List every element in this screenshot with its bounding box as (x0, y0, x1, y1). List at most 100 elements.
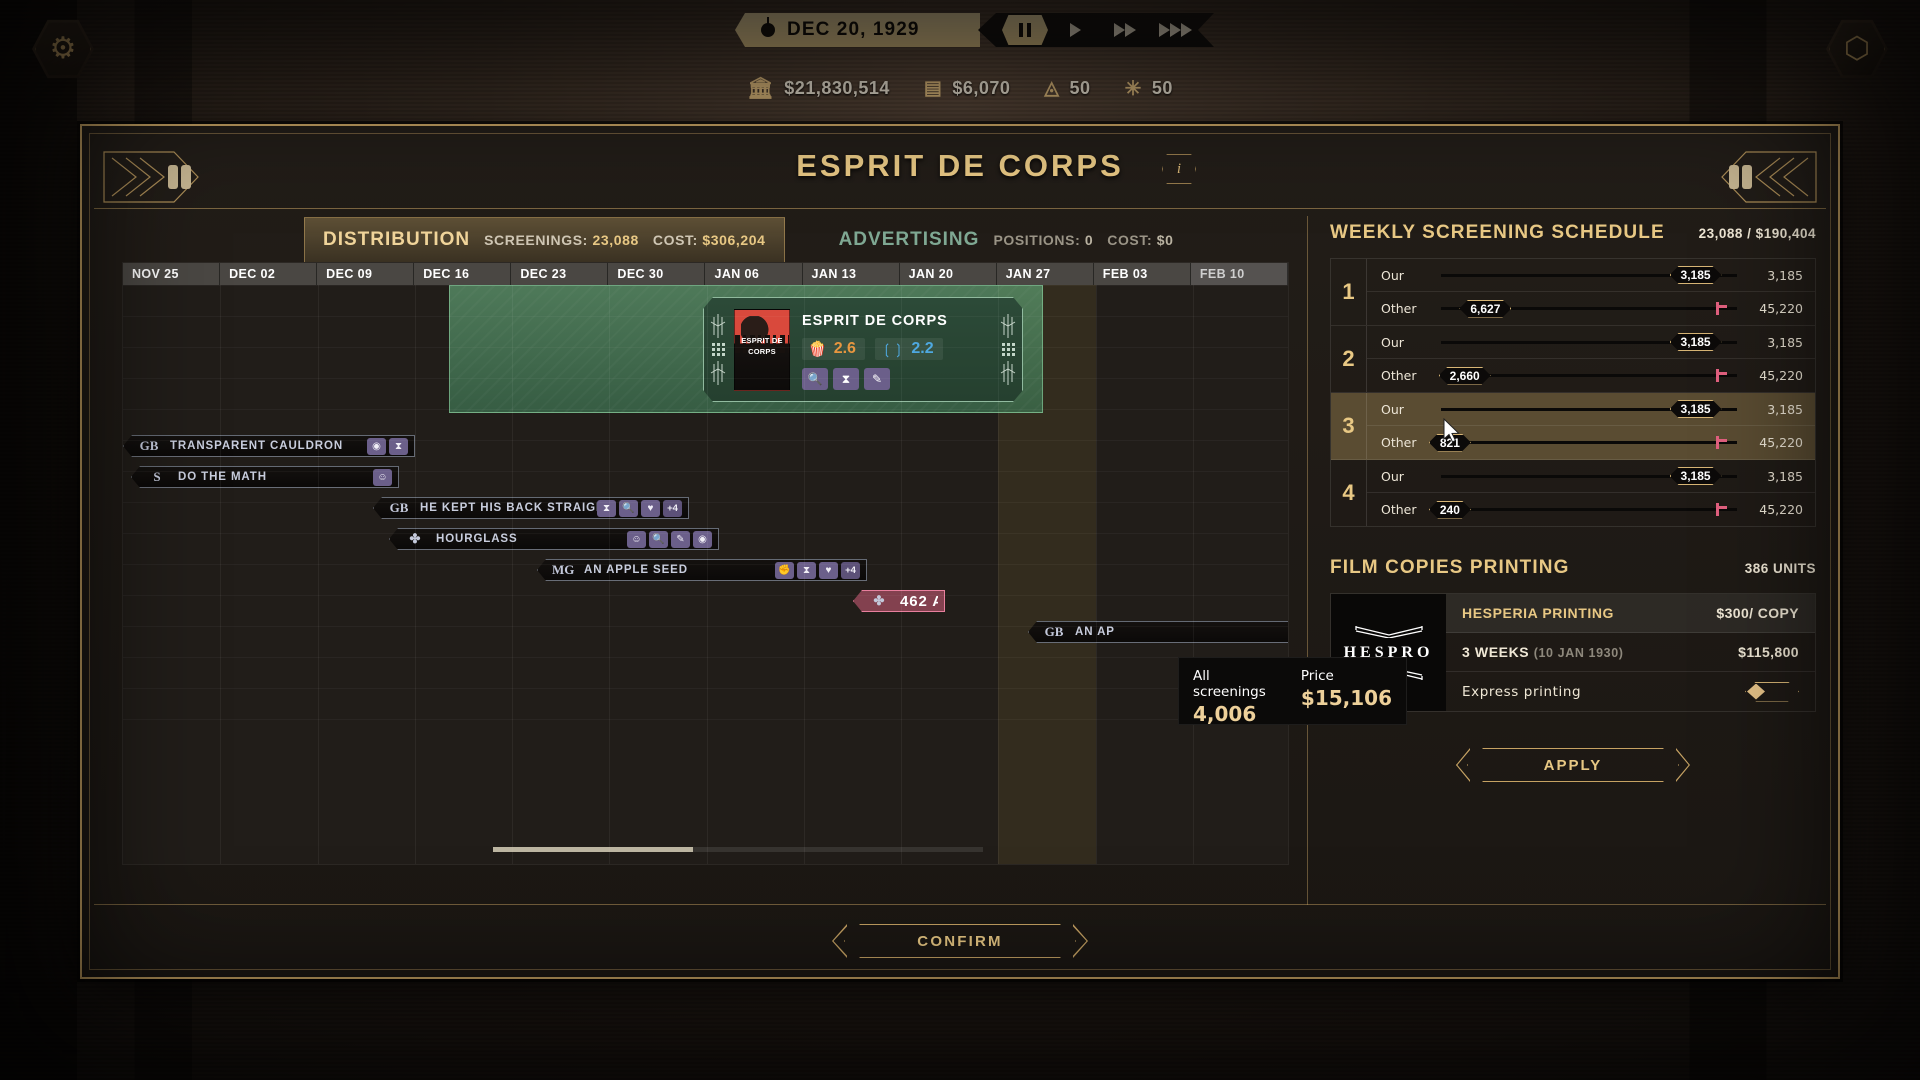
slider-knob[interactable]: 6,627 (1459, 300, 1511, 318)
schedule-week-row[interactable]: 1 Our 3,185 3,185 Other 6,627 45,220 (1331, 259, 1815, 326)
week-number: 1 (1331, 259, 1367, 325)
timeline-body: ESPRIT DE CORPS ESPRIT DE CORPS 🍿 2.6 ❲❳… (123, 285, 1288, 864)
resource-cash: ▤ $6,070 (924, 78, 1011, 99)
resource-influence: ◬ 50 (1044, 78, 1090, 99)
express-printing-row[interactable]: Express printing (1446, 672, 1815, 711)
printing-duration-date: (10 JAN 1930) (1533, 646, 1624, 660)
slider-track[interactable]: 3,185 (1441, 267, 1737, 283)
timeline-gridline (123, 316, 1288, 317)
slider-total: 45,220 (1759, 435, 1803, 450)
pen-icon[interactable]: ✎ (864, 368, 890, 390)
competitor-film-bar[interactable]: S DO THE MATH ☺ (131, 466, 399, 488)
bank-value: $21,830,514 (784, 78, 890, 98)
tooltip-price: Price $15,106 (1301, 668, 1392, 714)
competitor-film-bar[interactable]: GB HE KEPT HIS BACK STRAIGHT ⧗ 🔍 ♥ +4 (373, 497, 689, 519)
slider-label: Other (1381, 301, 1417, 316)
slider-knob[interactable]: 3,185 (1670, 467, 1722, 485)
screening-slider-row[interactable]: Our 3,185 3,185 (1367, 460, 1815, 493)
info-button[interactable]: i (1162, 154, 1196, 184)
resource-prestige: ✳ 50 (1125, 78, 1173, 99)
pause-button[interactable] (1002, 15, 1048, 45)
top-bar: ⚙ ⬡ DEC 20, 1929 🏛 $21,830,514 ▤ $6,070 … (0, 0, 1920, 120)
competitor-film-bar[interactable]: MG AN APPLE SEED ✊ ⧗ ♥ +4 (537, 559, 867, 581)
tab-distribution[interactable]: DISTRIBUTION SCREENINGS: 23,088 COST: $3… (304, 217, 785, 262)
influence-value: 50 (1069, 78, 1091, 98)
popularity-value: 2.6 (833, 340, 856, 357)
fastest-forward-button[interactable] (1152, 15, 1198, 45)
screening-slider-row[interactable]: Our 3,185 3,185 (1367, 393, 1815, 426)
duration-row: 3 WEEKS (10 JAN 1930) $115,800 (1446, 633, 1815, 672)
settings-button[interactable]: ⚙ (32, 19, 94, 79)
slider-knob[interactable]: 2,660 (1439, 367, 1491, 385)
screening-slider-row[interactable]: Other 2,660 45,220 (1367, 359, 1815, 392)
tab-advertising-positions: POSITIONS: 0 (993, 231, 1094, 248)
competitor-film-bar[interactable]: ✤ HOURGLASS ☺ 🔍 ✎ ◉ (389, 528, 719, 550)
printing-units: 386 UNITS (1744, 561, 1816, 576)
slider-track[interactable]: 240 (1441, 502, 1737, 518)
slider-knob[interactable]: 3,185 (1670, 400, 1722, 418)
tooltip-screenings-value: 4,006 (1193, 702, 1257, 726)
timeline-column-header: FEB 10 (1190, 263, 1288, 285)
tab-advertising[interactable]: ADVERTISING POSITIONS: 0 COST: $0 (821, 217, 1192, 262)
timeline-gridline (123, 719, 1288, 720)
timeline-column-header: DEC 09 (317, 263, 415, 285)
screening-slider-row[interactable]: Other 240 45,220 (1367, 493, 1815, 526)
slider-total: 3,185 (1767, 468, 1803, 484)
schedule-week-row[interactable]: 3 Our 3,185 3,185 Other 821 45,220 (1331, 393, 1815, 460)
slider-knob[interactable]: 3,185 (1670, 266, 1722, 284)
our-release-block[interactable]: ESPRIT DE CORPS ESPRIT DE CORPS 🍿 2.6 ❲❳… (449, 285, 1043, 413)
timeline-column-header: DEC 30 (608, 263, 706, 285)
menu-button[interactable]: ⬡ (1826, 19, 1888, 79)
film-release-card[interactable]: ESPRIT DE CORPS ESPRIT DE CORPS 🍿 2.6 ❲❳… (703, 297, 1023, 402)
film-card-actions: 🔍 ⧗ ✎ (802, 368, 994, 390)
distribution-timeline[interactable]: NOV 25 DEC 02 DEC 09 DEC 16 DEC 23 DEC 30 JAN … (122, 262, 1289, 865)
timeline-column-header: JAN 27 (997, 263, 1094, 285)
resource-bank: 🏛 $21,830,514 (747, 78, 890, 99)
competitor-film-bar[interactable]: GB AN AP (1028, 621, 1288, 643)
money-stack-icon: ▤ (923, 78, 943, 99)
competitor-film-name: HOURGLASS (436, 533, 518, 545)
confirm-button[interactable]: CONFIRM (832, 924, 1088, 958)
printing-total: $115,800 (1738, 644, 1799, 660)
screening-slider-row[interactable]: Our 3,185 3,185 (1367, 326, 1815, 359)
slider-total: 3,185 (1767, 401, 1803, 417)
competitor-film-bar[interactable]: GB TRANSPARENT CAULDRON ◉ ⧗ (123, 435, 415, 457)
schedule-title: WEEKLY SCREENING SCHEDULE (1330, 222, 1665, 243)
timeline-gridline (803, 285, 805, 864)
gear-icon: ⚙ (49, 32, 77, 65)
side-panel: WEEKLY SCREENING SCHEDULE 23,088 / $190,… (1330, 222, 1816, 905)
slider-track[interactable]: 3,185 (1441, 334, 1737, 350)
printing-title: FILM COPIES PRINTING (1330, 557, 1570, 578)
critics-value: 2.2 (911, 340, 934, 357)
slider-track[interactable]: 2,660 (1441, 368, 1737, 384)
slider-track[interactable]: 3,185 (1441, 401, 1737, 417)
screening-slider-row[interactable]: Other 821 45,220 (1367, 426, 1815, 459)
slider-track[interactable]: 3,185 (1441, 468, 1737, 484)
timeline-gridline (998, 285, 1000, 864)
printing-duration: 3 WEEKS (10 JAN 1930) (1462, 644, 1624, 660)
hourglass-icon[interactable]: ⧗ (833, 368, 859, 390)
printer-name: HESPERIA PRINTING (1462, 605, 1615, 621)
magnifier-icon[interactable]: 🔍 (802, 368, 828, 390)
apply-button[interactable]: APPLY (1456, 748, 1690, 782)
screening-slider-row[interactable]: Our 3,185 3,185 (1367, 259, 1815, 292)
schedule-week-row[interactable]: 4 Our 3,185 3,185 Other 240 45,220 (1331, 460, 1815, 526)
slider-knob[interactable]: 240 (1429, 501, 1471, 519)
competitor-film-bar[interactable]: ✤462 APPLE SEED (853, 590, 945, 612)
timeline-gridline (706, 285, 708, 864)
printer-row[interactable]: HESPERIA PRINTING $300/ COPY (1446, 594, 1815, 633)
slider-knob[interactable]: 3,185 (1670, 333, 1722, 351)
timeline-gridline (123, 533, 1288, 534)
fast-forward-button[interactable] (1102, 15, 1148, 45)
play-button[interactable] (1052, 15, 1098, 45)
express-printing-toggle[interactable] (1745, 682, 1799, 702)
timeline-scrollbar[interactable] (493, 847, 983, 852)
timeline-gridline (512, 285, 513, 864)
schedule-week-row[interactable]: 2 Our 3,185 3,185 Other 2,660 45,220 (1331, 326, 1815, 393)
screening-slider-row[interactable]: Other 6,627 45,220 (1367, 292, 1815, 325)
slider-label: Our (1381, 468, 1404, 484)
slider-track[interactable]: 821 (1441, 435, 1737, 451)
chevron-deco-icon (1354, 625, 1423, 638)
timeline-scroll-thumb[interactable] (493, 847, 693, 852)
slider-track[interactable]: 6,627 (1441, 301, 1737, 317)
